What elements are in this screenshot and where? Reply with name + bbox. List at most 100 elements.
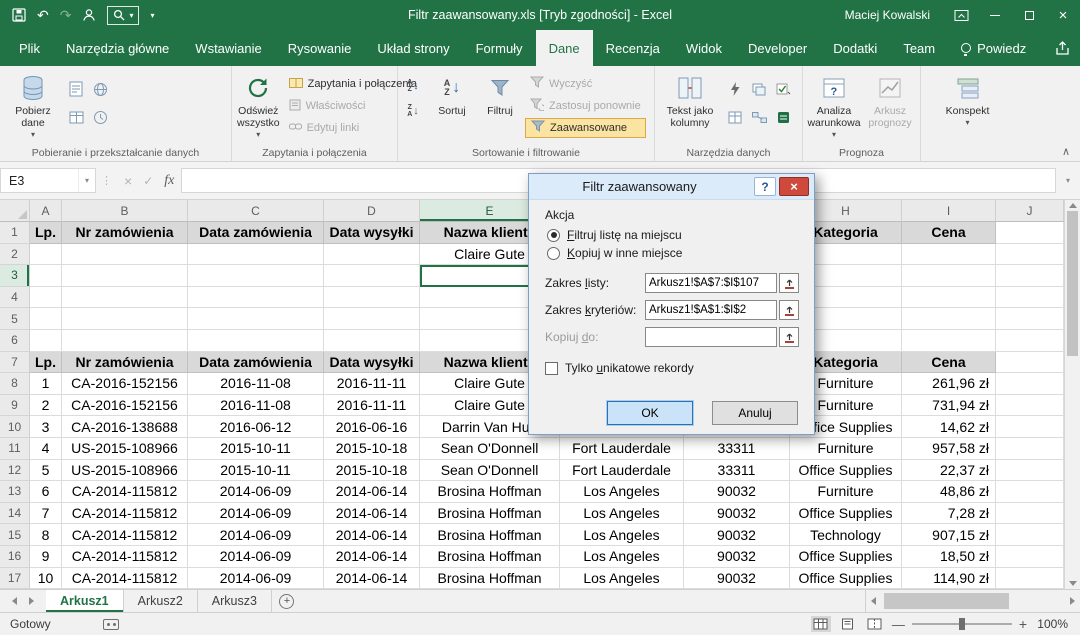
column-header-J[interactable]: J bbox=[996, 200, 1064, 222]
cell-C9[interactable]: 2016-11-08 bbox=[188, 395, 324, 417]
cell-J7[interactable] bbox=[996, 352, 1064, 374]
cell-D8[interactable]: 2016-11-11 bbox=[324, 373, 420, 395]
cell-A3[interactable] bbox=[30, 265, 62, 287]
cell-B8[interactable]: CA-2016-152156 bbox=[62, 373, 188, 395]
maximize-button[interactable] bbox=[1012, 0, 1046, 30]
data-validation-icon[interactable] bbox=[772, 76, 794, 102]
cell-A13[interactable]: 6 bbox=[30, 481, 62, 503]
cell-F17[interactable]: Los Angeles bbox=[560, 568, 684, 590]
cell-A15[interactable]: 8 bbox=[30, 524, 62, 546]
cell-D11[interactable]: 2015-10-18 bbox=[324, 438, 420, 460]
sheet-tab-arkusz3[interactable]: Arkusz3 bbox=[198, 590, 272, 612]
cell-D13[interactable]: 2014-06-14 bbox=[324, 481, 420, 503]
cell-C10[interactable]: 2016-06-12 bbox=[188, 416, 324, 438]
row-header-9[interactable]: 9 bbox=[0, 395, 30, 417]
new-sheet-button[interactable]: + bbox=[272, 590, 302, 612]
zoom-out-icon[interactable]: — bbox=[892, 617, 905, 632]
cell-E12[interactable]: Sean O'Donnell bbox=[420, 460, 560, 482]
from-web-icon[interactable] bbox=[89, 76, 111, 102]
text-to-columns-button[interactable]: Tekst jako kolumny bbox=[658, 70, 722, 132]
cell-H14[interactable]: Office Supplies bbox=[790, 503, 902, 525]
formula-bar-expand-icon[interactable]: ▾ bbox=[1056, 176, 1080, 185]
from-text-icon[interactable] bbox=[65, 76, 87, 102]
cell-E17[interactable]: Brosina Hoffman bbox=[420, 568, 560, 590]
consolidate-icon[interactable] bbox=[724, 104, 746, 130]
cell-F12[interactable]: Fort Lauderdale bbox=[560, 460, 684, 482]
range-selector-icon[interactable] bbox=[779, 327, 799, 347]
range-selector-icon[interactable] bbox=[779, 273, 799, 293]
cell-E15[interactable]: Brosina Hoffman bbox=[420, 524, 560, 546]
forecast-sheet-button[interactable]: Arkusz prognozy bbox=[864, 70, 916, 132]
tab-formuły[interactable]: Formuły bbox=[463, 30, 536, 66]
cell-J15[interactable] bbox=[996, 524, 1064, 546]
minimize-button[interactable] bbox=[978, 0, 1012, 30]
cell-F11[interactable]: Fort Lauderdale bbox=[560, 438, 684, 460]
cell-F13[interactable]: Los Angeles bbox=[560, 481, 684, 503]
cell-A4[interactable] bbox=[30, 287, 62, 309]
row-header-17[interactable]: 17 bbox=[0, 568, 30, 590]
cell-C7[interactable]: Data zamówienia bbox=[188, 352, 324, 374]
cell-D16[interactable]: 2014-06-14 bbox=[324, 546, 420, 568]
what-if-analysis-button[interactable]: ? Analiza warunkowa▾ bbox=[806, 70, 862, 144]
cell-J11[interactable] bbox=[996, 438, 1064, 460]
qat-customize-icon[interactable]: ▾ bbox=[150, 11, 154, 20]
cell-J2[interactable] bbox=[996, 244, 1064, 266]
zoom-in-icon[interactable]: + bbox=[1019, 616, 1027, 632]
cell-C13[interactable]: 2014-06-09 bbox=[188, 481, 324, 503]
cell-I13[interactable]: 48,86 zł bbox=[902, 481, 996, 503]
manage-data-model-icon[interactable] bbox=[772, 104, 794, 130]
clear-filter-button[interactable]: Wyczyść bbox=[525, 74, 646, 94]
range-selector-icon[interactable] bbox=[779, 300, 799, 320]
cell-I10[interactable]: 14,62 zł bbox=[902, 416, 996, 438]
radio-filter-in-place[interactable]: Filtruj listę na miejscu bbox=[547, 228, 798, 242]
cell-A1[interactable]: Lp. bbox=[30, 222, 62, 244]
cell-A7[interactable]: Lp. bbox=[30, 352, 62, 374]
cell-D5[interactable] bbox=[324, 308, 420, 330]
cell-A17[interactable]: 10 bbox=[30, 568, 62, 590]
cell-E11[interactable]: Sean O'Donnell bbox=[420, 438, 560, 460]
name-box-dropdown-icon[interactable]: ▾ bbox=[78, 169, 95, 192]
share-icon[interactable] bbox=[1039, 30, 1080, 66]
cell-E14[interactable]: Brosina Hoffman bbox=[420, 503, 560, 525]
sort-descending-icon[interactable]: ZA↓ bbox=[401, 100, 425, 122]
cell-H17[interactable]: Office Supplies bbox=[790, 568, 902, 590]
account-icon[interactable] bbox=[82, 8, 96, 22]
cell-J6[interactable] bbox=[996, 330, 1064, 352]
cell-B5[interactable] bbox=[62, 308, 188, 330]
row-header-5[interactable]: 5 bbox=[0, 308, 30, 330]
cell-C6[interactable] bbox=[188, 330, 324, 352]
prev-sheet-icon[interactable] bbox=[12, 597, 17, 605]
cell-D2[interactable] bbox=[324, 244, 420, 266]
cell-J4[interactable] bbox=[996, 287, 1064, 309]
cell-A12[interactable]: 5 bbox=[30, 460, 62, 482]
cell-A14[interactable]: 7 bbox=[30, 503, 62, 525]
cell-F15[interactable]: Los Angeles bbox=[560, 524, 684, 546]
horizontal-scrollbar[interactable] bbox=[865, 590, 1080, 612]
tab-rysowanie[interactable]: Rysowanie bbox=[275, 30, 365, 66]
cell-H15[interactable]: Technology bbox=[790, 524, 902, 546]
cell-B3[interactable] bbox=[62, 265, 188, 287]
cell-H16[interactable]: Office Supplies bbox=[790, 546, 902, 568]
search-tool-button[interactable]: ▾ bbox=[107, 6, 139, 25]
cell-A8[interactable]: 1 bbox=[30, 373, 62, 395]
cell-I5[interactable] bbox=[902, 308, 996, 330]
page-break-view-icon[interactable] bbox=[865, 616, 885, 632]
normal-view-icon[interactable] bbox=[811, 616, 831, 632]
row-header-16[interactable]: 16 bbox=[0, 546, 30, 568]
redo-icon[interactable]: ↷ bbox=[60, 8, 72, 22]
cell-B7[interactable]: Nr zamówienia bbox=[62, 352, 188, 374]
tab-układ-strony[interactable]: Układ strony bbox=[364, 30, 462, 66]
account-name[interactable]: Maciej Kowalski bbox=[845, 8, 930, 22]
page-layout-view-icon[interactable] bbox=[838, 616, 858, 632]
ok-button[interactable]: OK bbox=[607, 401, 693, 425]
tab-narzędzia-główne[interactable]: Narzędzia główne bbox=[53, 30, 182, 66]
vertical-scrollbar[interactable] bbox=[1064, 200, 1080, 589]
cell-A11[interactable]: 4 bbox=[30, 438, 62, 460]
cell-A10[interactable]: 3 bbox=[30, 416, 62, 438]
save-icon[interactable] bbox=[12, 8, 26, 22]
cell-B13[interactable]: CA-2014-115812 bbox=[62, 481, 188, 503]
row-header-7[interactable]: 7 bbox=[0, 352, 30, 374]
cell-I11[interactable]: 957,58 zł bbox=[902, 438, 996, 460]
cell-E13[interactable]: Brosina Hoffman bbox=[420, 481, 560, 503]
column-header-C[interactable]: C bbox=[188, 200, 324, 222]
